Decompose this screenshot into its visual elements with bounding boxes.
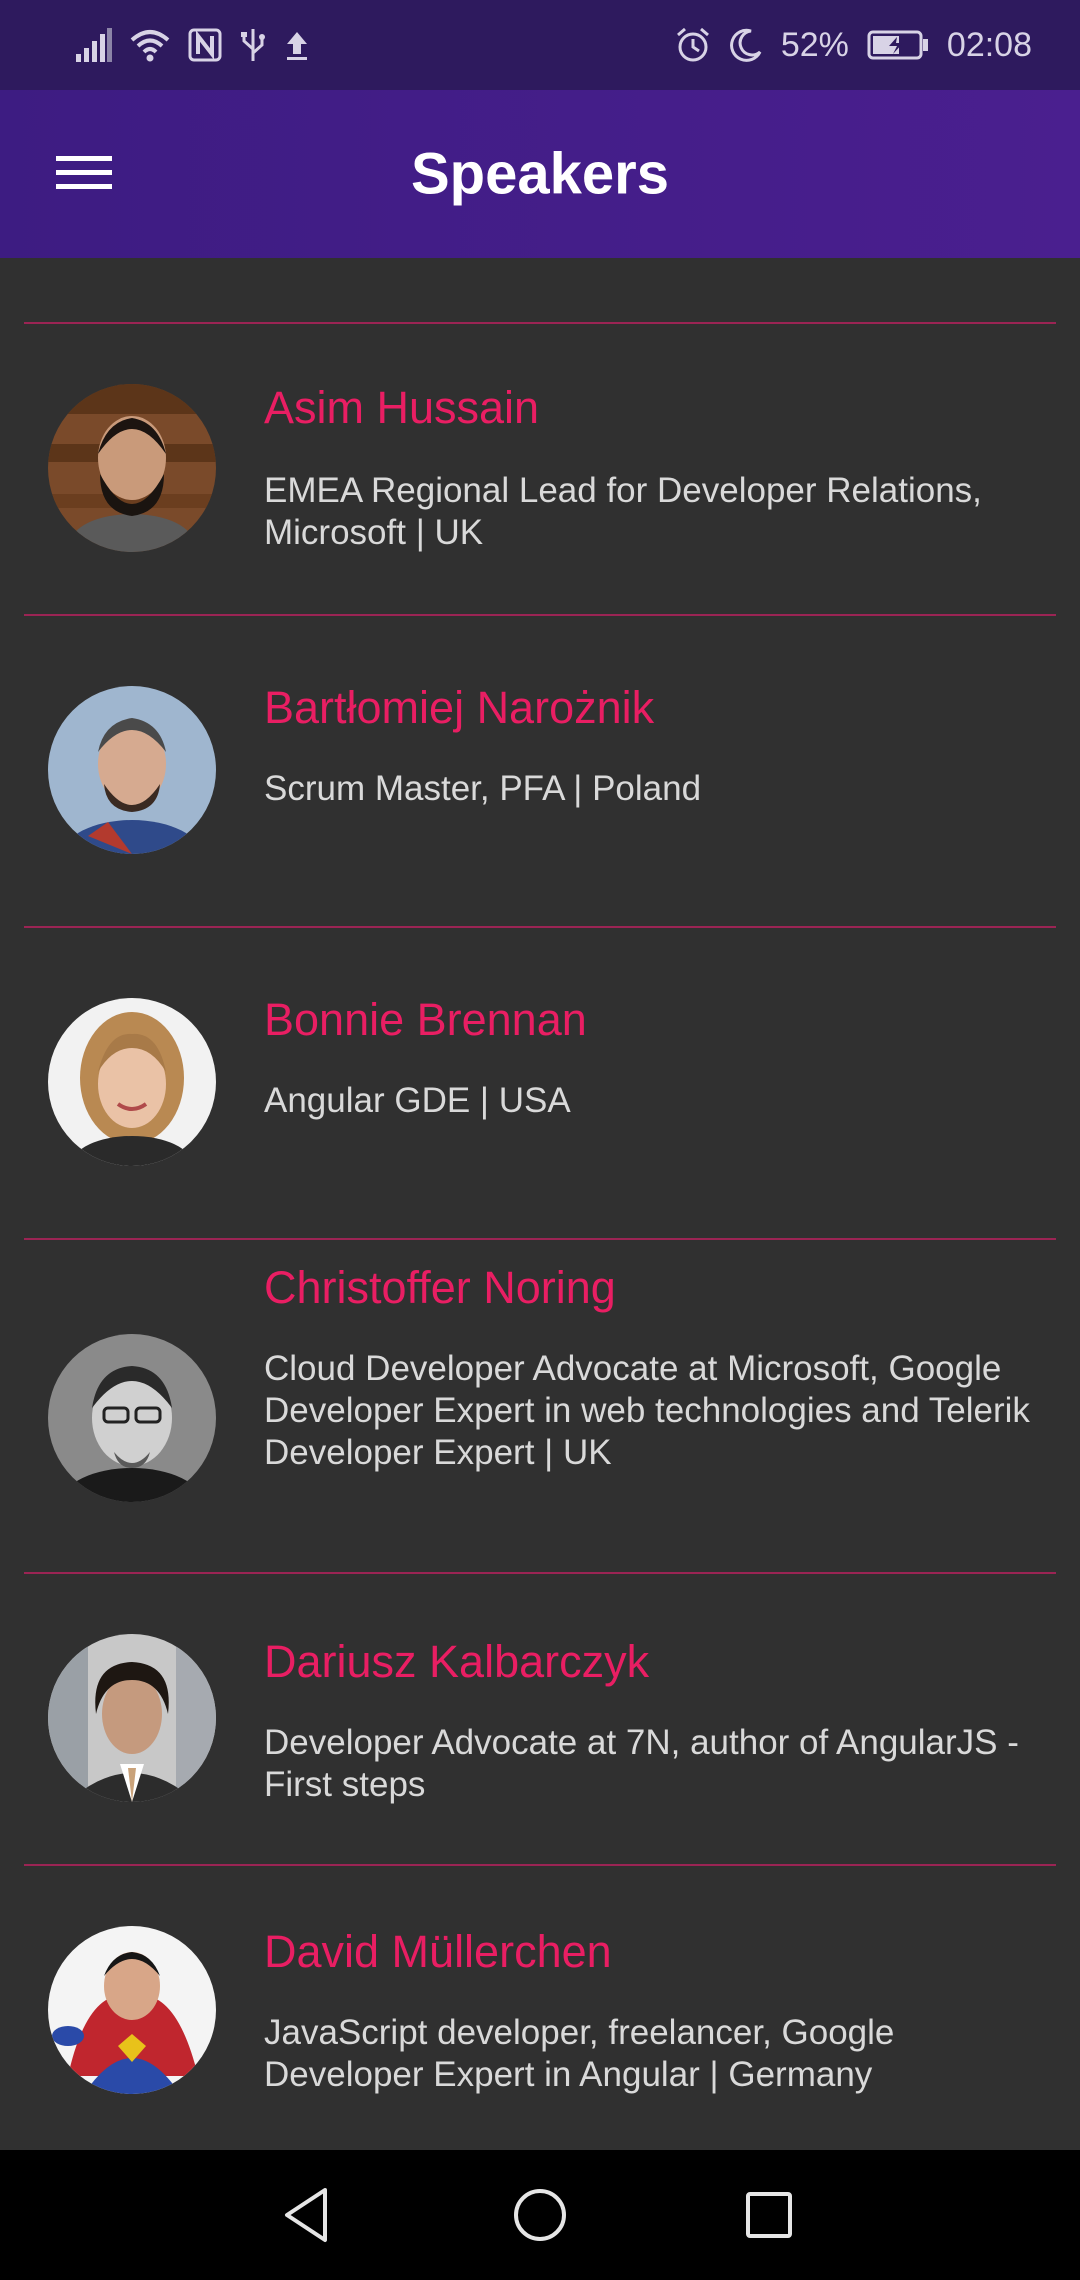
status-bar: 52% 02:08 <box>0 0 1080 90</box>
speaker-item-dariusz-kalbarczyk[interactable]: Dariusz Kalbarczyk Developer Advocate at… <box>0 1574 1080 1864</box>
home-icon <box>514 2189 566 2241</box>
status-icons-right: 52% 02:08 <box>675 26 1032 65</box>
clock: 02:08 <box>946 25 1032 64</box>
speaker-name: Christoffer Noring <box>264 1262 616 1313</box>
battery-charging-icon <box>867 30 929 60</box>
wifi-icon <box>130 28 170 62</box>
speaker-bio: Angular GDE | USA <box>264 1081 571 1120</box>
moon-icon <box>729 28 763 62</box>
usb-icon <box>240 27 266 63</box>
avatar <box>48 384 216 552</box>
battery-percent: 52% <box>780 25 849 64</box>
avatar <box>48 686 216 854</box>
page-title: Speakers <box>411 141 669 207</box>
speaker-item-asim-hussain[interactable]: Asim Hussain EMEA Regional Lead for Deve… <box>0 324 1080 614</box>
avatar <box>48 998 216 1166</box>
home-button[interactable] <box>507 2182 573 2248</box>
speaker-list[interactable]: Asim Hussain EMEA Regional Lead for Deve… <box>0 258 1080 2150</box>
speaker-bio: JavaScript developer, freelancer, Google… <box>264 2013 895 2094</box>
recents-icon <box>746 2192 792 2238</box>
app-bar: Speakers <box>0 90 1080 258</box>
back-button[interactable] <box>275 2182 341 2248</box>
upload-icon <box>284 28 310 62</box>
speaker-name: Dariusz Kalbarczyk <box>264 1636 650 1687</box>
speaker-bio: Cloud Developer Advocate at Microsoft, G… <box>264 1349 1030 1472</box>
avatar <box>48 1334 216 1502</box>
avatar <box>48 1634 216 1802</box>
speaker-bio: Scrum Master, PFA | Poland <box>264 769 702 808</box>
speaker-item-david-mullerchen[interactable]: David Müllerchen JavaScript developer, f… <box>0 1866 1080 2150</box>
speaker-name: Bartłomiej Narożnik <box>264 682 655 733</box>
speaker-bio: EMEA Regional Lead for Developer Relatio… <box>264 471 982 552</box>
speaker-item-christoffer-noring[interactable]: Christoffer Noring Cloud Developer Advoc… <box>0 1240 1080 1572</box>
speaker-name: Bonnie Brennan <box>264 994 587 1045</box>
nfc-icon <box>188 28 222 62</box>
alarm-icon <box>675 27 711 63</box>
recents-button[interactable] <box>736 2182 802 2248</box>
status-icons-left <box>76 27 310 63</box>
speaker-name: Asim Hussain <box>264 382 540 433</box>
avatar <box>48 1926 216 2094</box>
speaker-name: David Müllerchen <box>264 1926 612 1977</box>
back-icon <box>285 2188 327 2242</box>
signal-icon <box>76 28 112 62</box>
speaker-bio: Developer Advocate at 7N, author of Angu… <box>264 1723 1019 1804</box>
speaker-item-bartlomiej-naroznik[interactable]: Bartłomiej Narożnik Scrum Master, PFA | … <box>0 616 1080 926</box>
system-nav-bar <box>0 2150 1080 2280</box>
speaker-item-bonnie-brennan[interactable]: Bonnie Brennan Angular GDE | USA <box>0 928 1080 1238</box>
